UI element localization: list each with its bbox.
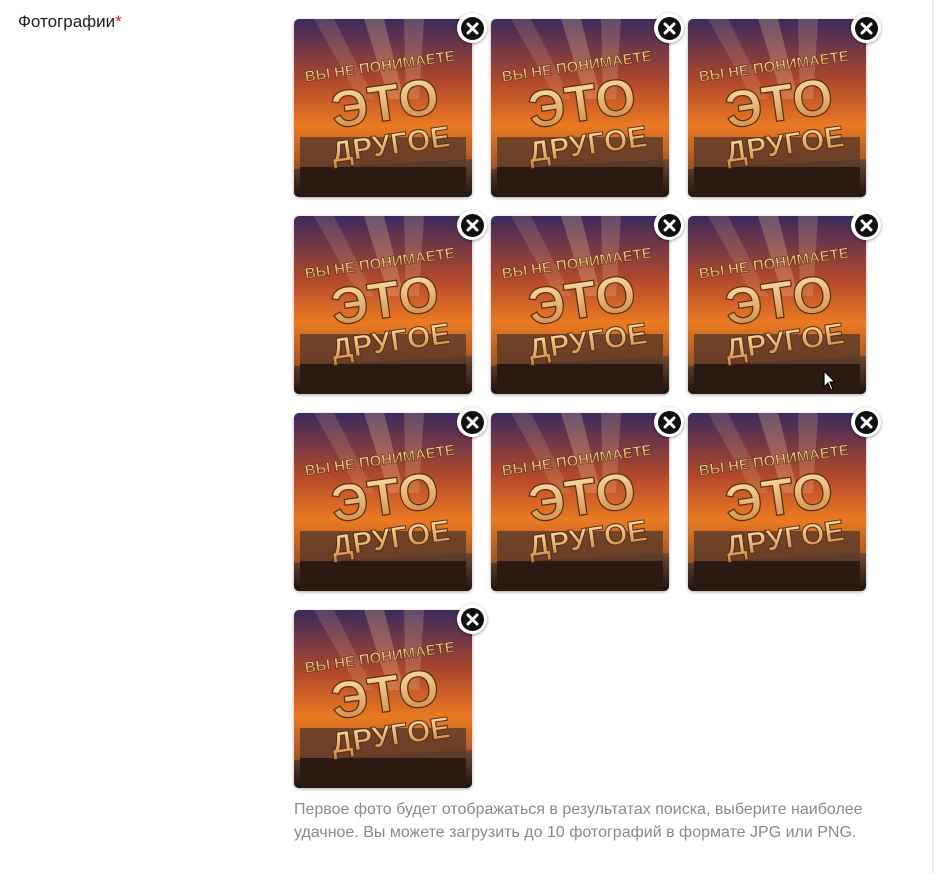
- photo-thumbnail[interactable]: ВЫ НЕ ПОНИМАЕТЕ ЭТО ДРУГОЕ: [491, 19, 669, 197]
- photo-grid: ВЫ НЕ ПОНИМАЕТЕ ЭТО ДРУГОЕ ВЫ НЕ ПОНИМАЕ…: [294, 13, 881, 788]
- close-icon: [854, 16, 878, 40]
- photo-tile-6[interactable]: ВЫ НЕ ПОНИМАЕТЕ ЭТО ДРУГОЕ: [688, 210, 881, 394]
- remove-photo-button[interactable]: [457, 407, 487, 437]
- remove-photo-button[interactable]: [457, 13, 487, 43]
- close-icon: [657, 16, 681, 40]
- upload-hint: Первое фото будет отображаться в результ…: [294, 801, 863, 841]
- photo-thumbnail[interactable]: ВЫ НЕ ПОНИМАЕТЕ ЭТО ДРУГОЕ: [491, 216, 669, 394]
- close-icon: [460, 213, 484, 237]
- photo-thumbnail[interactable]: ВЫ НЕ ПОНИМАЕТЕ ЭТО ДРУГОЕ: [688, 413, 866, 591]
- close-icon: [657, 410, 681, 434]
- photo-thumbnail[interactable]: ВЫ НЕ ПОНИМАЕТЕ ЭТО ДРУГОЕ: [688, 19, 866, 197]
- close-icon: [460, 410, 484, 434]
- remove-photo-button[interactable]: [654, 13, 684, 43]
- photos-label-text: Фотографии: [18, 12, 116, 31]
- photo-tile-3[interactable]: ВЫ НЕ ПОНИМАЕТЕ ЭТО ДРУГОЕ: [688, 13, 881, 197]
- mouse-cursor-icon: [823, 370, 836, 391]
- close-icon: [657, 213, 681, 237]
- photo-tile-1[interactable]: ВЫ НЕ ПОНИМАЕТЕ ЭТО ДРУГОЕ: [294, 13, 487, 197]
- photo-thumbnail[interactable]: ВЫ НЕ ПОНИМАЕТЕ ЭТО ДРУГОЕ: [688, 216, 866, 394]
- photo-tile-8[interactable]: ВЫ НЕ ПОНИМАЕТЕ ЭТО ДРУГОЕ: [491, 407, 684, 591]
- photo-thumbnail[interactable]: ВЫ НЕ ПОНИМАЕТЕ ЭТО ДРУГОЕ: [294, 610, 472, 788]
- close-icon: [854, 213, 878, 237]
- photo-tile-2[interactable]: ВЫ НЕ ПОНИМАЕТЕ ЭТО ДРУГОЕ: [491, 13, 684, 197]
- remove-photo-button[interactable]: [654, 210, 684, 240]
- photo-tile-5[interactable]: ВЫ НЕ ПОНИМАЕТЕ ЭТО ДРУГОЕ: [491, 210, 684, 394]
- close-icon: [854, 410, 878, 434]
- required-mark: *: [115, 12, 122, 31]
- remove-photo-button[interactable]: [851, 210, 881, 240]
- photo-tile-10[interactable]: ВЫ НЕ ПОНИМАЕТЕ ЭТО ДРУГОЕ: [294, 604, 487, 788]
- photo-thumbnail[interactable]: ВЫ НЕ ПОНИМАЕТЕ ЭТО ДРУГОЕ: [294, 413, 472, 591]
- photo-tile-9[interactable]: ВЫ НЕ ПОНИМАЕТЕ ЭТО ДРУГОЕ: [688, 407, 881, 591]
- photo-thumbnail[interactable]: ВЫ НЕ ПОНИМАЕТЕ ЭТО ДРУГОЕ: [294, 216, 472, 394]
- photos-field-label: Фотографии*: [18, 11, 122, 33]
- close-icon: [460, 16, 484, 40]
- photo-thumbnail[interactable]: ВЫ НЕ ПОНИМАЕТЕ ЭТО ДРУГОЕ: [491, 413, 669, 591]
- remove-photo-button[interactable]: [851, 13, 881, 43]
- photo-tile-7[interactable]: ВЫ НЕ ПОНИМАЕТЕ ЭТО ДРУГОЕ: [294, 407, 487, 591]
- remove-photo-button[interactable]: [654, 407, 684, 437]
- panel-border: [932, 0, 934, 873]
- remove-photo-button[interactable]: [457, 604, 487, 634]
- photo-tile-4[interactable]: ВЫ НЕ ПОНИМАЕТЕ ЭТО ДРУГОЕ: [294, 210, 487, 394]
- photo-upload-form: Фотографии* ВЫ НЕ ПОНИМАЕТЕ ЭТО ДРУГОЕ В…: [0, 0, 938, 873]
- remove-photo-button[interactable]: [851, 407, 881, 437]
- remove-photo-button[interactable]: [457, 210, 487, 240]
- photo-thumbnail[interactable]: ВЫ НЕ ПОНИМАЕТЕ ЭТО ДРУГОЕ: [294, 19, 472, 197]
- close-icon: [460, 607, 484, 631]
